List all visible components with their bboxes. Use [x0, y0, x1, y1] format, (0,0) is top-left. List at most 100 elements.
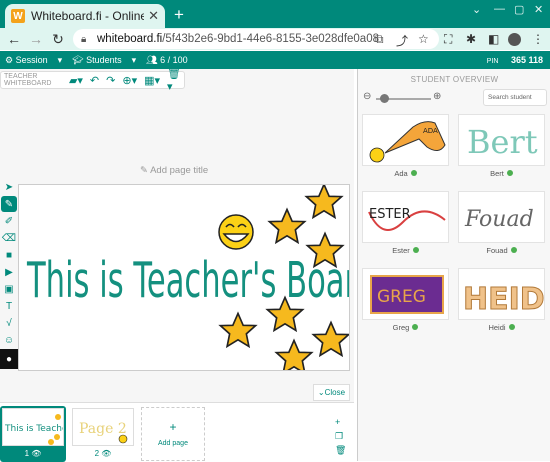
close-window-icon[interactable]: ✕ — [534, 3, 543, 16]
teacher-panel: TEACHER WHITEBOARD ▰▾ ↶ ↷ ⊕▾ ▦▾ 🗑︎▾ ✎ Ad… — [0, 68, 354, 462]
zoom-slider-handle[interactable] — [380, 94, 389, 103]
student-name: Bert — [458, 169, 545, 178]
media-tool-icon[interactable]: ▶ — [1, 264, 17, 280]
online-status-icon — [506, 170, 513, 176]
student-name: Ada — [362, 169, 449, 178]
zoom-icon[interactable]: ⊕▾ — [122, 74, 137, 87]
sidepanel-icon[interactable]: ◧ — [488, 32, 499, 46]
star-icon — [305, 185, 343, 219]
svg-text:This is Teacher's Board: This is Teacher's Board — [4, 424, 64, 434]
online-status-icon — [412, 247, 419, 253]
zoom-in-icon[interactable]: ⊕ — [433, 91, 441, 102]
close-tab-icon[interactable]: ✕ — [148, 8, 159, 24]
screenshot-icon[interactable]: ⛶ — [444, 32, 452, 47]
online-status-icon — [508, 324, 515, 330]
url-path: /5f43b2e6-9bd1-44e6-8155-3e028dfe0a08 — [162, 33, 379, 45]
maximize-icon[interactable]: ▢ — [514, 3, 524, 16]
new-tab-icon[interactable]: + — [174, 5, 184, 25]
student-name: Heidi — [458, 323, 545, 332]
student-name: Ester — [362, 246, 449, 255]
add-page-button[interactable]: + Add page — [141, 407, 205, 461]
pin-display: PIN 365 118 — [486, 55, 543, 65]
star-icon — [219, 312, 257, 348]
close-pages-button[interactable]: ⌄ Close — [313, 384, 350, 401]
delete-icon[interactable]: 🗑︎ — [335, 443, 346, 457]
add-icon[interactable]: + — [335, 415, 346, 429]
plus-icon: + — [169, 420, 177, 434]
student-overview-panel: STUDENT OVERVIEW ⊖ ⊕ Search student ADA … — [357, 69, 550, 461]
svg-text:Fouad: Fouad — [464, 207, 534, 232]
drawing-tools: ➤ ✎ ✐ ⌫ ■ ▶ ▣ T √ ☺ ● — [0, 179, 18, 377]
svg-text:ADA: ADA — [423, 127, 438, 135]
undo-icon[interactable]: ↶ — [90, 74, 99, 87]
url-field[interactable]: 🔒︎ whiteboard.fi/5f43b2e6-9bd1-44e6-8155… — [73, 29, 439, 49]
students-menu[interactable]: 🎓︎ Students ▾ — [72, 55, 136, 66]
student-name: Fouad — [458, 246, 545, 255]
bookmark-star-icon[interactable]: ☆ — [418, 32, 429, 46]
text-tool-icon[interactable]: T — [1, 298, 17, 314]
student-name: Greg — [362, 323, 449, 332]
overview-title: STUDENT OVERVIEW — [410, 75, 499, 84]
tab-search-icon[interactable]: ⌄ — [472, 3, 481, 16]
student-board-bert[interactable]: Bert — [458, 114, 545, 166]
url-domain: whiteboard.fi — [97, 33, 163, 45]
duplicate-icon[interactable]: ❐ — [335, 429, 346, 443]
teacher-toolbar: TEACHER WHITEBOARD ▰▾ ↶ ↷ ⊕▾ ▦▾ 🗑︎▾ — [0, 68, 185, 93]
pointer-tool-icon[interactable]: ➤ — [1, 179, 17, 195]
student-board-ester[interactable]: ESTER — [362, 191, 449, 243]
add-page-title[interactable]: ✎ Add page title — [140, 165, 208, 176]
browser-tab[interactable]: W Whiteboard.fi - Online wh ✕ — [5, 4, 165, 28]
marker-tool-icon[interactable]: ✐ — [1, 213, 17, 229]
grid-icon[interactable]: ▦▾ — [144, 74, 160, 87]
address-bar-row: ← → ↻ 🔒︎ whiteboard.fi/5f43b2e6-9bd1-44e… — [0, 28, 550, 50]
extensions-icon[interactable]: ✱ — [466, 32, 476, 46]
cast-icon[interactable]: ⧉ — [375, 32, 384, 47]
star-icon — [268, 208, 306, 244]
page-preview: This is Teacher's Board — [2, 408, 64, 446]
student-board-ada[interactable]: ADA — [362, 114, 449, 166]
page-strip: This is Teacher's Board 1 👁︎ Page 2 2 👁︎… — [0, 402, 354, 462]
page-actions: + ❐ 🗑︎ — [335, 415, 346, 457]
app-header: ⚙ Session ▾ 🎓︎ Students ▾ 👥︎ 6 / 100 PIN 3… — [0, 51, 550, 69]
svg-text:Bert: Bert — [467, 123, 538, 161]
trash-icon[interactable]: 🗑︎▾ — [167, 67, 181, 93]
eraser-tool-icon[interactable]: ⌫ — [1, 230, 17, 246]
color-picker-icon[interactable]: ● — [0, 349, 18, 369]
back-icon[interactable]: ← — [3, 31, 25, 47]
page-number: 2 👁︎ — [94, 449, 112, 458]
shape-tool-icon[interactable]: ■ — [1, 247, 17, 263]
student-board-greg[interactable]: GREG — [362, 268, 449, 320]
image-tool-icon[interactable]: ▣ — [1, 281, 17, 297]
lock-icon: 🔒︎ — [81, 33, 87, 45]
browser-tab-strip: W Whiteboard.fi - Online wh ✕ + ⌄ — ▢ ✕ — [0, 0, 550, 28]
search-student-input[interactable]: Search student — [483, 89, 547, 106]
star-icon — [312, 321, 349, 357]
session-menu[interactable]: ⚙ Session ▾ — [5, 55, 62, 66]
page-thumbnail-1[interactable]: This is Teacher's Board 1 👁︎ — [0, 406, 66, 462]
overview-zoom: ⊖ ⊕ — [363, 91, 443, 105]
board-handwriting: This is Teacher's Board — [26, 251, 350, 309]
online-status-icon — [412, 324, 419, 330]
tab-title: Whiteboard.fi - Online wh — [31, 9, 145, 23]
teacher-whiteboard-canvas[interactable]: This is Teacher's Board — [18, 184, 350, 371]
share-icon[interactable]: ⤴ — [396, 32, 408, 49]
page-number: 1 👁︎ — [24, 449, 42, 458]
star-icon — [275, 339, 313, 370]
svg-text:ESTER: ESTER — [369, 207, 411, 222]
emoji-tool-icon[interactable]: ☺ — [1, 332, 17, 348]
menu-icon[interactable]: ⋮ — [532, 32, 544, 46]
student-board-fouad[interactable]: Fouad — [458, 191, 545, 243]
svg-text:Page 2: Page 2 — [79, 421, 127, 437]
folder-icon[interactable]: ▰▾ — [69, 74, 83, 87]
profile-avatar[interactable] — [508, 33, 521, 46]
whiteboard-favicon-icon: W — [11, 9, 25, 23]
forward-icon[interactable]: → — [25, 31, 47, 47]
student-board-heidi[interactable]: HEIDI — [458, 268, 545, 320]
page-thumbnail-2[interactable]: Page 2 2 👁︎ — [70, 406, 136, 462]
math-tool-icon[interactable]: √ — [1, 315, 17, 331]
redo-icon[interactable]: ↷ — [106, 74, 115, 87]
pen-tool-icon[interactable]: ✎ — [1, 196, 17, 212]
minimize-icon[interactable]: — — [494, 3, 505, 15]
reload-icon[interactable]: ↻ — [47, 31, 69, 48]
zoom-out-icon[interactable]: ⊖ — [363, 91, 371, 102]
